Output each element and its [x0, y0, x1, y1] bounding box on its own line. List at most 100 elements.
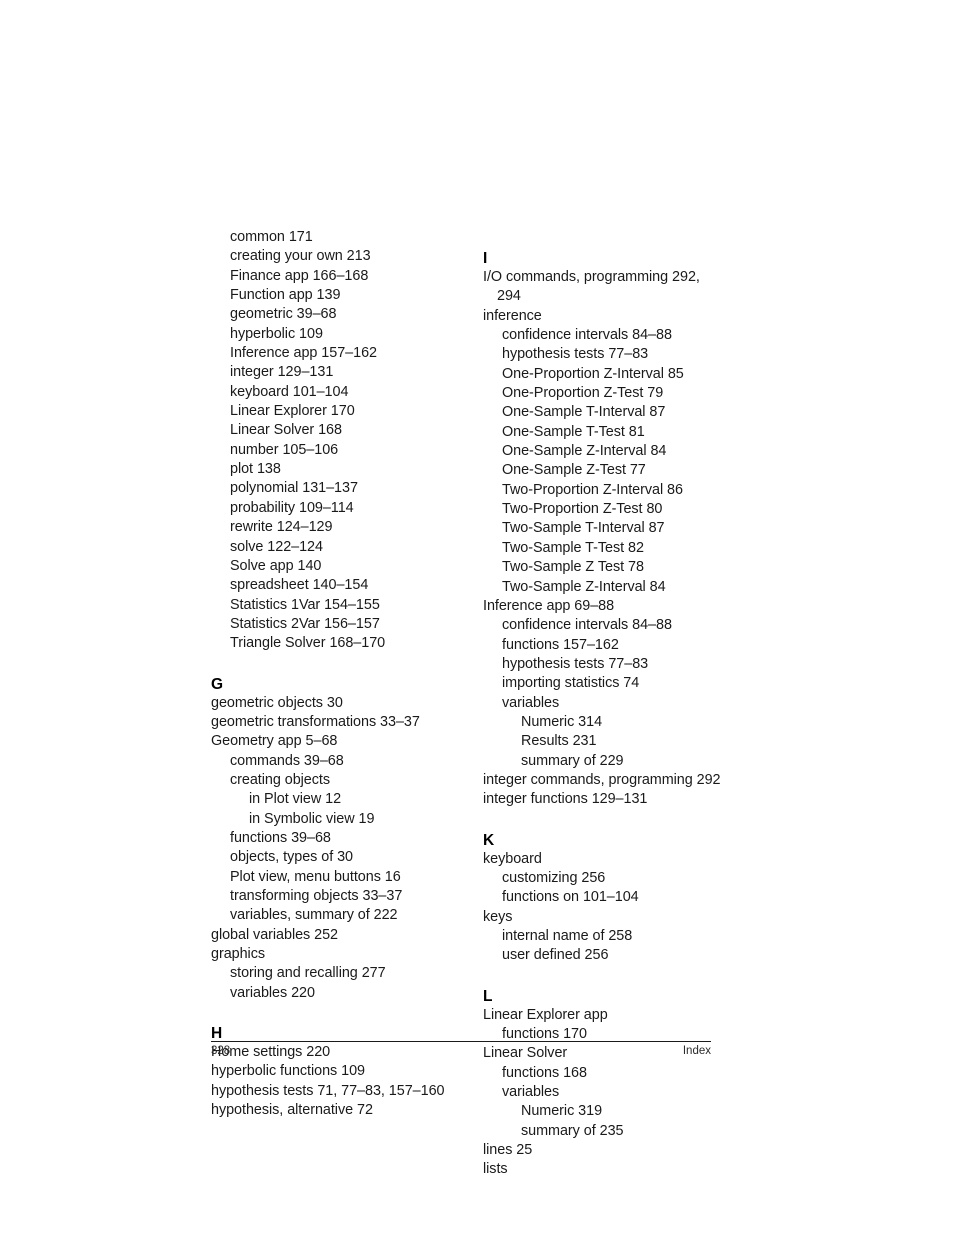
index-entry: confidence intervals 84–88 — [502, 617, 672, 634]
index-entry: spreadsheet 140–154 — [230, 577, 369, 594]
index-entry: integer 129–131 — [230, 364, 334, 381]
index-entry: Finance app 166–168 — [230, 267, 369, 284]
index-section-letter: L — [483, 987, 493, 1005]
index-entry: customizing 256 — [502, 869, 606, 886]
index-entry: graphics — [211, 946, 265, 963]
index-entry: Two-Proportion Z-Test 80 — [502, 501, 663, 518]
index-entry: I/O commands, programming 292, — [483, 269, 700, 285]
index-entry: integer commands, programming 292 — [483, 771, 721, 788]
index-entry: in Symbolic view 19 — [249, 810, 375, 827]
index-entry: global variables 252 — [211, 926, 339, 943]
index-entry: hypothesis tests 77–83 — [502, 655, 649, 672]
index-section-letter: I — [483, 250, 488, 267]
index-entry: commands 39–68 — [230, 752, 344, 769]
index-entry: geometric objects 30 — [211, 694, 343, 711]
index-entry: geometric 39–68 — [230, 306, 337, 323]
index-entry: creating objects — [230, 771, 330, 788]
index-entry: confidence intervals 84–88 — [502, 327, 672, 344]
index-entry: functions 168 — [502, 1064, 587, 1081]
index-column-right: I I/O commands, programming 292, 294 infere… — [483, 228, 728, 1180]
index-entry: Inference app 157–162 — [230, 345, 377, 362]
index-entry: Two-Sample T-Test 82 — [502, 539, 644, 556]
index-entry: One-Sample T-Interval 87 — [502, 404, 666, 421]
index-entry: Linear Solver 168 — [230, 422, 342, 439]
index-entry: Statistics 2Var 156–157 — [230, 615, 380, 632]
page-footer: 328 Index — [211, 1041, 711, 1063]
index-entry: functions on 101–104 — [502, 889, 639, 906]
index-entry: Linear Explorer app — [483, 1006, 608, 1023]
index-entry: Function app 139 — [230, 287, 341, 304]
index-entry: Results 231 — [521, 733, 597, 750]
index-entry: solve 122–124 — [230, 538, 323, 555]
index-entry: hyperbolic 109 — [230, 325, 323, 342]
index-entry: functions 39–68 — [230, 829, 331, 846]
index-entry: variables — [502, 694, 560, 711]
index-entry: Two-Sample T-Interval 87 — [502, 520, 665, 537]
index-entry: Two-Sample Z Test 78 — [502, 559, 644, 576]
index-entry: Triangle Solver 168–170 — [230, 635, 386, 652]
page-number: 328 — [211, 1045, 231, 1057]
index-entry: keyboard — [483, 850, 542, 867]
index-entry: variables — [502, 1084, 560, 1101]
index-entry: inference — [483, 307, 542, 324]
index-entry: Numeric 319 — [521, 1103, 603, 1120]
index-entry: common 171 — [230, 229, 313, 245]
index-entry: One-Sample Z-Test 77 — [502, 462, 646, 479]
index-entry: hypothesis tests 77–83 — [502, 346, 649, 363]
index-entry: hypothesis, alternative 72 — [211, 1102, 373, 1119]
index-entry: hyperbolic functions 109 — [211, 1063, 365, 1080]
index-entry: Plot view, menu buttons 16 — [230, 868, 401, 885]
index-entry: One-Proportion Z-Test 79 — [502, 385, 664, 402]
index-entry: lists — [483, 1161, 508, 1178]
index-column-left: common 171 creating your own 213 Finance a… — [211, 228, 456, 1120]
index-entry: One-Proportion Z-Interval 85 — [502, 365, 684, 382]
footer-row: 328 Index — [211, 1045, 711, 1063]
index-entry: number 105–106 — [230, 441, 339, 458]
index-entry: One-Sample Z-Interval 84 — [502, 443, 667, 460]
index-entry: functions 157–162 — [502, 636, 619, 653]
index-entry: summary of 229 — [521, 752, 624, 769]
footer-section-label: Index — [682, 1045, 711, 1057]
index-entry: Numeric 314 — [521, 713, 603, 730]
index-entry: storing and recalling 277 — [230, 965, 386, 982]
index-entry: keyboard 101–104 — [230, 383, 349, 400]
index-entry: importing statistics 74 — [502, 675, 640, 692]
index-entry: integer functions 129–131 — [483, 791, 648, 808]
index-section-letter: G — [211, 675, 224, 693]
index-entry: plot 138 — [230, 461, 281, 478]
index-entry: probability 109–114 — [230, 499, 354, 516]
index-entry: Inference app 69–88 — [483, 597, 615, 614]
index-entry: user defined 256 — [502, 947, 609, 964]
index-entry: Two-Proportion Z-Interval 86 — [502, 481, 683, 498]
index-entry: in Plot view 12 — [249, 791, 342, 808]
footer-divider — [211, 1041, 711, 1042]
index-entry: summary of 235 — [521, 1122, 624, 1139]
index-page: common 171 creating your own 213 Finance a… — [0, 0, 954, 1235]
index-entry: Solve app 140 — [230, 557, 322, 574]
index-columns: common 171 creating your own 213 Finance a… — [211, 228, 731, 1177]
index-entry: transforming objects 33–37 — [230, 888, 403, 904]
index-entry: Geometry app 5–68 — [211, 733, 338, 750]
index-entry: creating your own 213 — [230, 248, 371, 265]
index-entry: keys — [483, 908, 513, 925]
index-entry: variables, summary of 222 — [230, 907, 398, 924]
index-entry: Two-Sample Z-Interval 84 — [502, 578, 666, 595]
index-entry: hypothesis tests 71, 77–83, 157–160 — [211, 1082, 445, 1099]
index-entry: polynomial 131–137 — [230, 480, 358, 497]
index-entry: One-Sample T-Test 81 — [502, 423, 645, 440]
index-entry: variables 220 — [230, 984, 315, 1001]
index-entry: Linear Explorer 170 — [230, 403, 355, 420]
index-section-letter: K — [483, 831, 495, 849]
index-entry: internal name of 258 — [502, 928, 633, 944]
index-entry: objects, types of 30 — [230, 849, 353, 866]
index-entry: rewrite 124–129 — [230, 519, 333, 536]
index-entry: Statistics 1Var 154–155 — [230, 596, 380, 613]
index-entry: geometric transformations 33–37 — [211, 713, 420, 730]
index-entry: 294 — [497, 288, 521, 305]
index-entry: lines 25 — [483, 1142, 533, 1159]
